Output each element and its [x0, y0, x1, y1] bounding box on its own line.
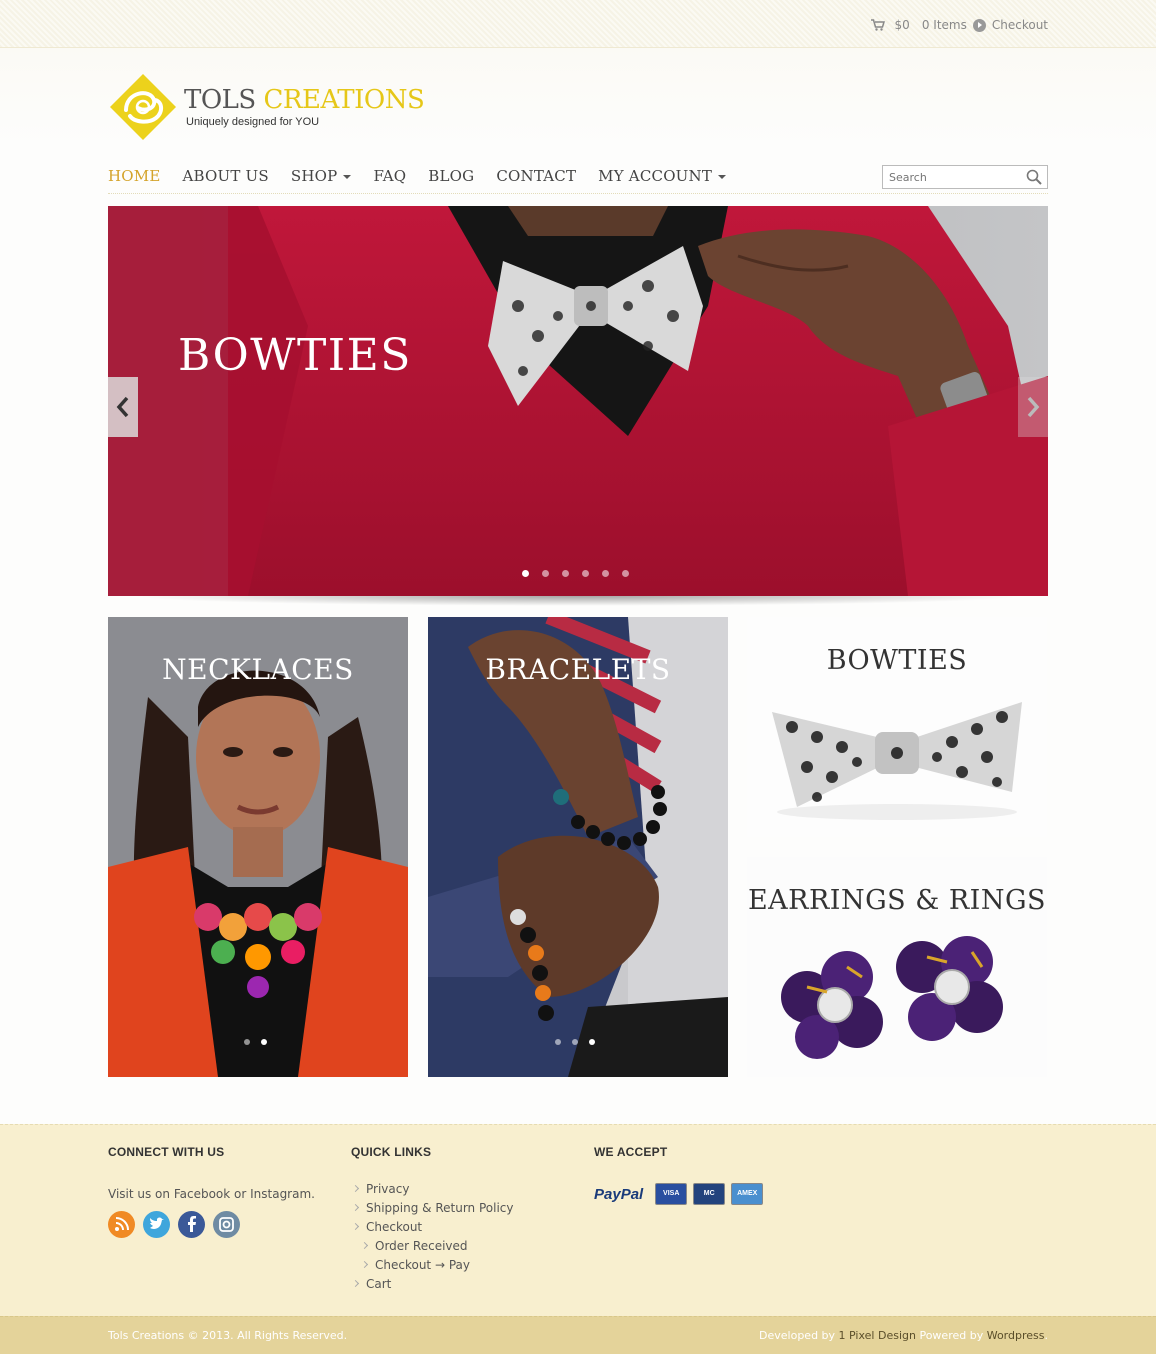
tile-bowties-title: BOWTIES — [826, 645, 968, 676]
footer-we-accept-heading: WE ACCEPT — [594, 1145, 668, 1159]
cart-total[interactable]: $0 — [895, 18, 910, 32]
tile-necklaces-title: NECKLACES — [162, 653, 354, 686]
credits: Developed by 1 Pixel Design Powered by W… — [759, 1329, 1048, 1342]
rss-icon[interactable] — [108, 1211, 135, 1238]
paypal-logo: PayPal — [594, 1185, 644, 1203]
slider-dot[interactable] — [542, 570, 549, 577]
checkout-icon — [972, 18, 986, 32]
chevron-down-icon — [343, 175, 352, 179]
tile-necklaces[interactable]: NECKLACES — [108, 617, 408, 1077]
cart-items[interactable]: 0 Items — [922, 18, 967, 32]
footer-quick-links: QUICK LINKS Privacy Shipping & Return Po… — [351, 1145, 571, 1294]
quick-link-order-received[interactable]: Order Received — [351, 1237, 571, 1256]
tile-dot[interactable] — [555, 1039, 561, 1045]
slider-dots — [522, 570, 642, 577]
twitter-icon[interactable] — [143, 1211, 170, 1238]
tile-earrings-rings[interactable]: EARRINGS & RINGS — [747, 857, 1047, 1077]
tile-dot[interactable] — [572, 1039, 578, 1045]
top-bar: $0 0 Items Checkout — [0, 0, 1156, 48]
tile-earrings-title: EARRINGS & RINGS — [747, 885, 1047, 916]
slider-shadow — [130, 596, 1026, 606]
slider-dot[interactable] — [602, 570, 609, 577]
tile-bracelets[interactable]: BRACELETS — [428, 617, 728, 1077]
footer: CONNECT WITH US Visit us on Facebook or … — [0, 1124, 1156, 1316]
main-nav: HOME ABOUT US SHOP FAQ BLOG CONTACT MY A… — [108, 162, 1048, 194]
powered-by-label: Powered by — [915, 1329, 987, 1342]
slider-dot[interactable] — [622, 570, 629, 577]
developed-by-label: Developed by — [759, 1329, 839, 1342]
payment-methods: PayPal VISA MC AMEX — [594, 1183, 894, 1205]
nav-my-account-label: MY ACCOUNT — [598, 167, 713, 185]
logo-name-part1: TOLS — [184, 85, 264, 115]
tile-dot[interactable] — [261, 1039, 267, 1045]
footer-we-accept: WE ACCEPT PayPal VISA MC AMEX — [594, 1145, 894, 1205]
slider-prev-button[interactable] — [108, 377, 138, 437]
search-input[interactable] — [883, 166, 1023, 189]
chevron-right-icon — [1027, 396, 1040, 418]
platform-link[interactable]: Wordpress — [987, 1329, 1045, 1342]
hero-image — [108, 206, 1048, 596]
nav-shop-label: SHOP — [290, 167, 338, 185]
slide-title: BOWTIES — [178, 330, 412, 381]
logo-mark-icon — [110, 74, 176, 140]
slider-next-button[interactable] — [1018, 377, 1048, 437]
developer-link[interactable]: 1 Pixel Design — [839, 1329, 916, 1342]
quick-link-shipping[interactable]: Shipping & Return Policy — [351, 1199, 571, 1218]
footer-connect-text: Visit us on Facebook or Instagram. — [108, 1187, 315, 1201]
quick-link-privacy[interactable]: Privacy — [351, 1180, 571, 1199]
chevron-down-icon — [718, 175, 727, 179]
nav-my-account[interactable]: MY ACCOUNT — [598, 162, 727, 190]
search-icon[interactable] — [1026, 169, 1042, 185]
footer-connect-heading: CONNECT WITH US — [108, 1145, 225, 1159]
nav-contact[interactable]: CONTACT — [496, 162, 576, 190]
tile-dot[interactable] — [589, 1039, 595, 1045]
amex-card-icon: AMEX — [731, 1183, 764, 1205]
quick-link-cart[interactable]: Cart — [351, 1275, 571, 1294]
footer-quick-links-heading: QUICK LINKS — [351, 1145, 432, 1159]
nav-blog[interactable]: BLOG — [428, 162, 474, 190]
facebook-icon[interactable] — [178, 1211, 205, 1238]
tile-bracelets-title: BRACELETS — [485, 653, 671, 686]
nav-home[interactable]: HOME — [108, 162, 161, 190]
logo-name-part2: CREATIONS — [263, 85, 425, 115]
tile-bracelets-dots — [555, 1039, 606, 1045]
nav-faq[interactable]: FAQ — [373, 162, 406, 190]
quick-links-list: Privacy Shipping & Return Policy Checkou… — [351, 1180, 571, 1294]
social-icons — [108, 1211, 328, 1238]
search-box — [882, 165, 1048, 189]
mastercard-icon: MC — [693, 1183, 726, 1205]
footer-connect: CONNECT WITH US Visit us on Facebook or … — [108, 1145, 328, 1238]
quick-link-checkout[interactable]: Checkout — [351, 1218, 571, 1237]
copyright: Tols Creations © 2013. All Rights Reserv… — [108, 1329, 348, 1342]
hero-slider[interactable]: BOWTIES — [108, 206, 1048, 596]
quick-link-checkout-pay[interactable]: Checkout → Pay — [351, 1256, 571, 1275]
bracelets-image — [428, 617, 728, 1077]
necklaces-image — [108, 617, 408, 1077]
slider-dot[interactable] — [582, 570, 589, 577]
chevron-left-icon — [116, 396, 129, 418]
slider-dot[interactable] — [562, 570, 569, 577]
instagram-icon[interactable] — [213, 1211, 240, 1238]
nav-shop[interactable]: SHOP — [291, 162, 352, 190]
tile-bowties[interactable]: BOWTIES — [747, 617, 1047, 837]
checkout-link[interactable]: Checkout — [992, 18, 1048, 32]
logo[interactable]: TOLS CREATIONS Uniquely designed for YOU — [108, 72, 425, 142]
nav-about-us[interactable]: ABOUT US — [183, 162, 269, 190]
bottom-bar: Tols Creations © 2013. All Rights Reserv… — [0, 1316, 1156, 1354]
tile-dot[interactable] — [244, 1039, 250, 1045]
tile-necklaces-dots — [244, 1039, 278, 1045]
logo-tagline: Uniquely designed for YOU — [186, 116, 320, 128]
slider-dot[interactable] — [522, 570, 529, 577]
cart-icon[interactable] — [870, 19, 885, 31]
visa-card-icon: VISA — [655, 1183, 688, 1205]
credits-end: . — [1044, 1329, 1049, 1342]
